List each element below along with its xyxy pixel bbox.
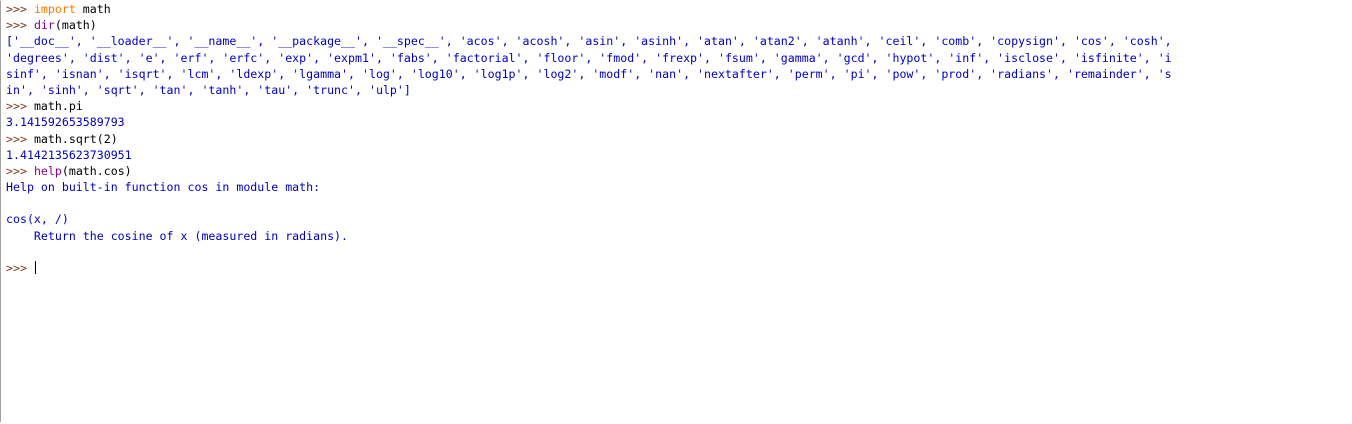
- shell-prompt: >>>: [6, 2, 27, 16]
- output-text: cos(x, /): [6, 212, 69, 227]
- shell-input-line: >>> import math: [6, 1, 1172, 17]
- output-text: ['__doc__', '__loader__', '__name__', '_…: [6, 34, 1172, 49]
- shell-output-line: Return the cosine of x (measured in radi…: [6, 228, 1172, 244]
- shell-output-line: sinf', 'isnan', 'isqrt', 'lcm', 'ldexp',…: [6, 66, 1172, 82]
- shell-output-line: 1.4142135623730951: [6, 147, 1172, 163]
- shell-input-line: >>> math.pi: [6, 98, 1172, 114]
- shell-input-line: >>> help(math.cos): [6, 163, 1172, 179]
- code-token: math.pi: [33, 99, 83, 114]
- shell-output-line: in', 'sinh', 'sqrt', 'tan', 'tanh', 'tau…: [6, 82, 1172, 98]
- shell-input-line: >>>: [6, 260, 1172, 276]
- text-cursor: [34, 261, 36, 274]
- shell-output-line: cos(x, /): [6, 211, 1172, 227]
- output-text: sinf', 'isnan', 'isqrt', 'lcm', 'ldexp',…: [6, 66, 1172, 81]
- shell-prompt: >>>: [6, 163, 27, 178]
- shell-output-line: 'degrees', 'dist', 'e', 'erf', 'erfc', '…: [6, 50, 1172, 66]
- code-token: (math): [54, 18, 97, 33]
- shell-prompt: >>>: [6, 261, 27, 275]
- shell-output-line: Help on built-in function cos in module …: [6, 179, 1172, 195]
- shell-prompt: >>>: [6, 99, 27, 114]
- shell-prompt: >>>: [6, 131, 27, 146]
- builtin-token: dir: [33, 18, 55, 33]
- shell-input-line: >>> dir(math): [6, 17, 1172, 33]
- output-text: 3.141592653589793: [6, 115, 125, 130]
- shell-output-line: 3.141592653589793: [6, 114, 1172, 130]
- output-text: in', 'sinh', 'sqrt', 'tan', 'tanh', 'tau…: [6, 82, 411, 97]
- shell-text-area[interactable]: >>> import math >>> dir(math) ['__doc__', …: [6, 1, 1172, 276]
- code-token: math: [75, 2, 111, 16]
- keyword-token: import: [33, 2, 76, 16]
- output-text: 1.4142135623730951: [6, 147, 132, 162]
- output-text: Return the cosine of x (measured in radi…: [6, 228, 349, 243]
- code-token: (math.cos): [61, 163, 132, 178]
- output-text: 'degrees', 'dist', 'e', 'erf', 'erfc', '…: [6, 50, 1172, 65]
- code-token: math.sqrt(2): [33, 131, 118, 146]
- shell-output-line: ['__doc__', '__loader__', '__name__', '_…: [6, 33, 1172, 49]
- shell-input-line: >>> math.sqrt(2): [6, 131, 1172, 147]
- python-shell-window[interactable]: >>> import math >>> dir(math) ['__doc__', …: [0, 0, 1350, 422]
- shell-prompt: >>>: [6, 18, 27, 33]
- shell-output-line: [6, 244, 1172, 260]
- shell-output-line: [6, 195, 1172, 211]
- output-text: Help on built-in function cos in module …: [6, 180, 321, 195]
- builtin-token: help: [33, 163, 62, 178]
